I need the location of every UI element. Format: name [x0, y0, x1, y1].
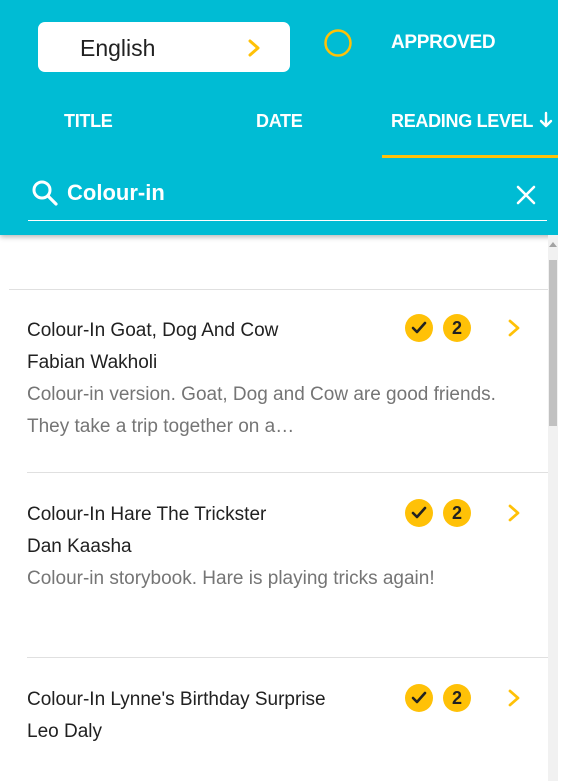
book-author: Fabian Wakholi [27, 352, 158, 373]
approved-badge [405, 314, 433, 342]
app-header: English APPROVED TITLE DATE READING LEVE… [0, 0, 558, 235]
chevron-right-icon[interactable] [506, 688, 522, 708]
search-input[interactable] [67, 178, 487, 208]
check-icon [411, 506, 427, 519]
tab-date[interactable]: DATE [256, 111, 303, 132]
book-badges: 2 [405, 684, 475, 712]
book-title: Colour-In Lynne's Birthday Surprise [27, 689, 326, 710]
list-divider [9, 289, 548, 290]
scrollbar-thumb[interactable] [549, 260, 557, 426]
list-divider [27, 657, 548, 658]
book-description: Colour-in version. Goat, Dog and Cow are… [27, 384, 496, 437]
book-list: Colour-In Goat, Dog And Cow Fabian Wakho… [0, 235, 558, 781]
chevron-right-icon [248, 39, 260, 57]
language-selector[interactable]: English [38, 22, 290, 72]
scroll-up-arrow-icon[interactable] [549, 242, 557, 247]
book-author: Dan Kaasha [27, 536, 132, 557]
close-icon[interactable] [514, 183, 538, 207]
approved-badge [405, 684, 433, 712]
reading-level-badge: 2 [443, 684, 471, 712]
approved-filter-label[interactable]: APPROVED [391, 32, 496, 54]
language-label: English [80, 35, 156, 61]
reading-level-badge: 2 [443, 499, 471, 527]
book-badges: 2 [405, 314, 475, 342]
search-underline [28, 220, 547, 221]
chevron-right-icon[interactable] [506, 318, 522, 338]
chevron-right-icon[interactable] [506, 503, 522, 523]
search-icon [32, 180, 58, 206]
book-badges: 2 [405, 499, 475, 527]
active-tab-indicator [382, 155, 558, 158]
approved-circle-icon[interactable] [323, 28, 353, 58]
list-divider [27, 472, 548, 473]
sort-arrow-icon[interactable] [537, 109, 555, 131]
book-description: Colour-in storybook. Hare is playing tri… [27, 568, 435, 589]
approved-badge [405, 499, 433, 527]
reading-level-badge: 2 [443, 314, 471, 342]
book-author: Leo Daly [27, 721, 102, 742]
check-icon [411, 691, 427, 704]
tab-title[interactable]: TITLE [64, 111, 113, 132]
window-edge [558, 0, 563, 781]
check-icon [411, 321, 427, 334]
tab-reading-level[interactable]: READING LEVEL [391, 111, 533, 132]
scrollbar[interactable] [548, 235, 558, 781]
